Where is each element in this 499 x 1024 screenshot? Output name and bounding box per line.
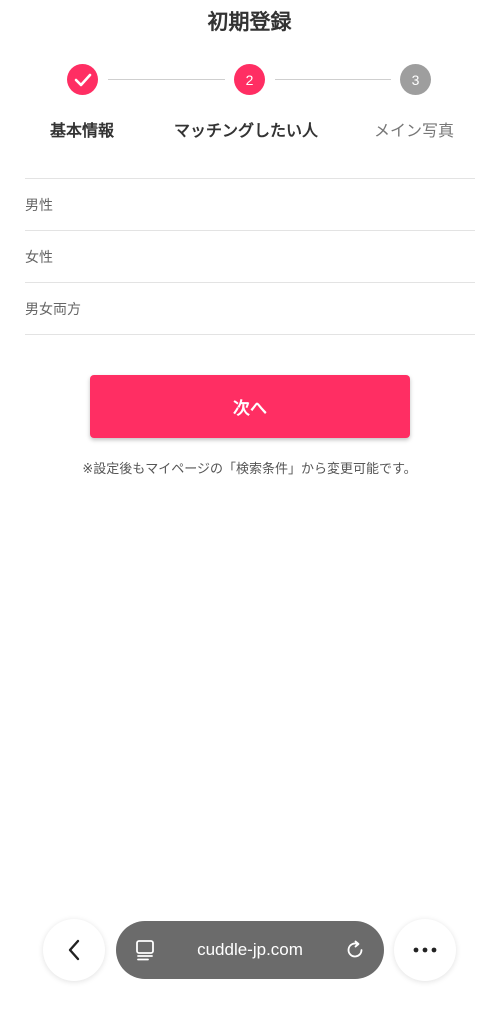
gender-option-list: 男性 女性 男女両方 [25, 178, 475, 335]
next-button[interactable]: 次へ [90, 375, 410, 438]
step-2-indicator: 2 [234, 64, 265, 95]
registration-page: 初期登録 2 3 基本情報 マッチングしたい人 メイン写真 男性 女性 男女両方… [0, 0, 499, 1024]
settings-note: ※設定後もマイページの「検索条件」から変更可能です。 [82, 462, 417, 477]
next-button-label: 次へ [233, 399, 267, 419]
chevron-left-icon [67, 938, 81, 962]
more-button[interactable] [394, 919, 456, 981]
step-2-label: マッチングしたい人 [174, 121, 319, 140]
address-bar[interactable]: cuddle-jp.com [116, 921, 384, 979]
step-3-label: メイン写真 [374, 121, 455, 140]
option-male[interactable]: 男性 [25, 179, 475, 231]
page-title: 初期登録 [207, 10, 292, 34]
step-1-label: 基本情報 [50, 121, 115, 140]
reload-icon[interactable] [344, 939, 366, 961]
step-2-number: 2 [245, 71, 254, 88]
step-3-number: 3 [411, 71, 420, 88]
back-button[interactable] [43, 919, 105, 981]
url-text: cuddle-jp.com [197, 940, 303, 959]
more-icon [412, 947, 438, 953]
stepper-connector [108, 79, 225, 80]
check-icon [74, 73, 92, 87]
option-label: 女性 [25, 249, 53, 266]
option-label: 男女両方 [25, 301, 81, 318]
stepper-connector [275, 79, 391, 80]
option-both[interactable]: 男女両方 [25, 283, 475, 335]
step-3-indicator: 3 [400, 64, 431, 95]
tabs-icon[interactable] [134, 939, 156, 961]
option-label: 男性 [25, 197, 53, 214]
option-female[interactable]: 女性 [25, 231, 475, 283]
step-1-indicator [67, 64, 98, 95]
